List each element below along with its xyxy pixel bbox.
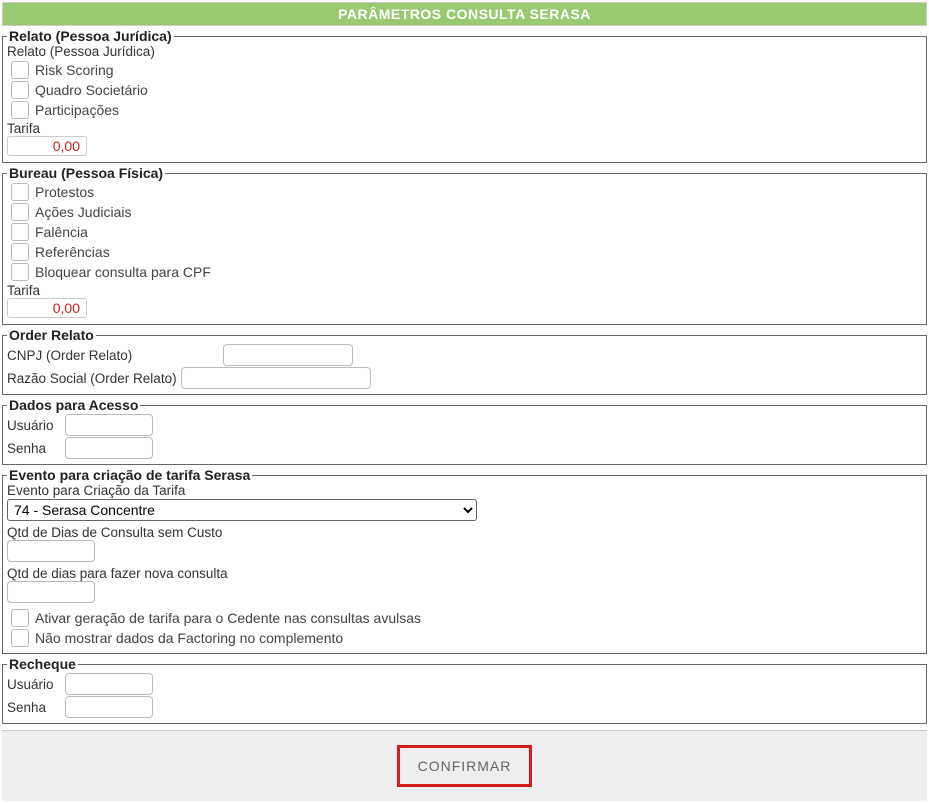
qtd-sem-custo-label: Qtd de Dias de Consulta sem Custo bbox=[7, 525, 922, 540]
page-title: PARÂMETROS CONSULTA SERASA bbox=[2, 2, 927, 26]
relato-fieldset: Relato (Pessoa Jurídica) Relato (Pessoa … bbox=[2, 28, 927, 163]
qtd-sem-custo-input[interactable] bbox=[7, 540, 95, 562]
recheque-senha-input[interactable] bbox=[65, 696, 153, 718]
protestos-label: Protestos bbox=[35, 184, 94, 200]
cnpj-label: CNPJ (Order Relato) bbox=[7, 348, 219, 363]
recheque-usuario-label: Usuário bbox=[7, 677, 61, 692]
bloquear-cpf-label: Bloquear consulta para CPF bbox=[35, 264, 211, 280]
bloquear-cpf-checkbox[interactable] bbox=[11, 263, 29, 281]
risk-scoring-checkbox[interactable] bbox=[11, 61, 29, 79]
button-area: CONFIRMAR bbox=[2, 730, 927, 801]
order-relato-legend: Order Relato bbox=[7, 327, 96, 343]
qtd-nova-label: Qtd de dias para fazer nova consulta bbox=[7, 566, 922, 581]
acesso-usuario-label: Usuário bbox=[7, 418, 61, 433]
quadro-societario-checkbox[interactable] bbox=[11, 81, 29, 99]
acesso-fieldset: Dados para Acesso Usuário Senha bbox=[2, 397, 927, 465]
acoes-checkbox[interactable] bbox=[11, 203, 29, 221]
acesso-usuario-input[interactable] bbox=[65, 414, 153, 436]
ativar-tarifa-checkbox[interactable] bbox=[11, 609, 29, 627]
referencias-label: Referências bbox=[35, 244, 110, 260]
acesso-senha-input[interactable] bbox=[65, 437, 153, 459]
referencias-checkbox[interactable] bbox=[11, 243, 29, 261]
order-relato-fieldset: Order Relato CNPJ (Order Relato) Razão S… bbox=[2, 327, 927, 395]
protestos-checkbox[interactable] bbox=[11, 183, 29, 201]
acoes-label: Ações Judiciais bbox=[35, 204, 132, 220]
acesso-legend: Dados para Acesso bbox=[7, 397, 140, 413]
razao-label: Razão Social (Order Relato) bbox=[7, 371, 177, 386]
recheque-senha-label: Senha bbox=[7, 700, 61, 715]
participacoes-label: Participações bbox=[35, 102, 119, 118]
participacoes-checkbox[interactable] bbox=[11, 101, 29, 119]
relato-tarifa-input[interactable]: 0,00 bbox=[7, 136, 87, 156]
nao-mostrar-checkbox[interactable] bbox=[11, 629, 29, 647]
falencia-checkbox[interactable] bbox=[11, 223, 29, 241]
bureau-tarifa-input[interactable]: 0,00 bbox=[7, 298, 87, 318]
falencia-label: Falência bbox=[35, 224, 88, 240]
relato-legend: Relato (Pessoa Jurídica) bbox=[7, 28, 174, 44]
risk-scoring-label: Risk Scoring bbox=[35, 62, 114, 78]
cnpj-input[interactable] bbox=[223, 344, 353, 366]
razao-input[interactable] bbox=[181, 367, 371, 389]
evento-legend: Evento para criação de tarifa Serasa bbox=[7, 467, 252, 483]
bureau-tarifa-label: Tarifa bbox=[7, 283, 922, 298]
quadro-societario-label: Quadro Societário bbox=[35, 82, 148, 98]
recheque-fieldset: Recheque Usuário Senha bbox=[2, 656, 927, 724]
nao-mostrar-label: Não mostrar dados da Factoring no comple… bbox=[35, 630, 343, 646]
evento-sub: Evento para Criação da Tarifa bbox=[7, 483, 922, 498]
relato-tarifa-label: Tarifa bbox=[7, 121, 922, 136]
acesso-senha-label: Senha bbox=[7, 441, 61, 456]
ativar-tarifa-label: Ativar geração de tarifa para o Cedente … bbox=[35, 610, 421, 626]
bureau-legend: Bureau (Pessoa Física) bbox=[7, 165, 165, 181]
evento-fieldset: Evento para criação de tarifa Serasa Eve… bbox=[2, 467, 927, 654]
qtd-nova-input[interactable] bbox=[7, 581, 95, 603]
bureau-fieldset: Bureau (Pessoa Física) Protestos Ações J… bbox=[2, 165, 927, 325]
recheque-legend: Recheque bbox=[7, 656, 78, 672]
recheque-usuario-input[interactable] bbox=[65, 673, 153, 695]
confirm-button[interactable]: CONFIRMAR bbox=[397, 745, 533, 787]
evento-select[interactable]: 74 - Serasa Concentre bbox=[7, 499, 477, 521]
relato-subtitle: Relato (Pessoa Jurídica) bbox=[7, 44, 922, 59]
